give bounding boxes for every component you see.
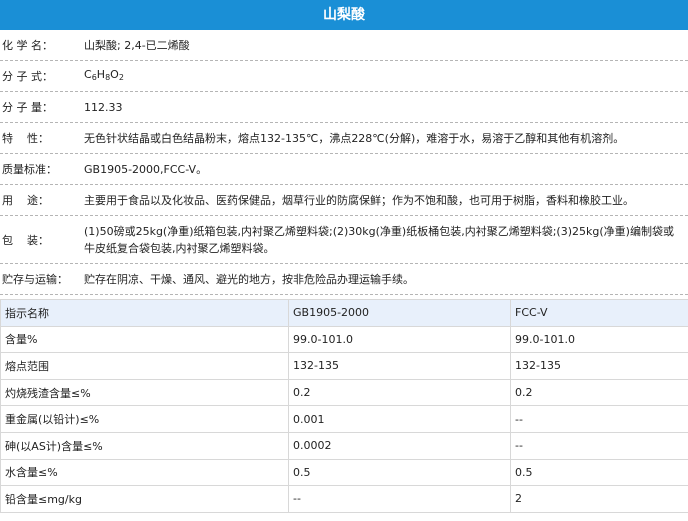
info-section: 化 学 名： 山梨酸; 2,4-已二烯酸 分 子 式： C6H8O2 分 子 量…	[0, 30, 688, 295]
info-value: 无色针状结晶或白色结晶粉末，熔点132-135℃，沸点228℃(分解)，难溶于水…	[84, 131, 625, 145]
table-cell: 2	[510, 485, 688, 513]
table-cell: 0.5	[288, 458, 511, 487]
info-row-molecular-weight: 分 子 量： 112.33	[0, 92, 688, 123]
table-cell: 水含量≤%	[0, 458, 289, 487]
table-cell: 99.0-101.0	[288, 325, 511, 354]
table-cell: 99.0-101.0	[510, 325, 688, 354]
table-row: 灼烧残渣含量≤% 0.2 0.2	[0, 378, 688, 407]
info-row-properties: 特 性： 无色针状结晶或白色结晶粉末，熔点132-135℃，沸点228℃(分解)…	[0, 123, 688, 154]
info-row-packaging: 包 装： (1)50磅或25kg(净重)纸箱包装,内衬聚乙烯塑料袋;(2)30k…	[0, 216, 688, 264]
info-value: 山梨酸; 2,4-已二烯酸	[84, 38, 190, 52]
info-value: 主要用于食品以及化妆品、医药保健品，烟草行业的防腐保鲜；作为不饱和酸，也可用于树…	[84, 193, 634, 207]
table-cell: --	[510, 405, 688, 433]
spec-table: 指示名称 GB1905-2000 FCC-V 含量% 99.0-101.0 99…	[0, 299, 688, 513]
table-cell: 132-135	[288, 352, 511, 380]
info-label: 包 装：	[2, 233, 49, 247]
table-row: 重金属(以铅计)≤% 0.001 --	[0, 405, 688, 433]
table-header-row: 指示名称 GB1905-2000 FCC-V	[0, 299, 688, 327]
table-cell: 0.001	[288, 405, 511, 433]
formula-element: C	[84, 68, 92, 81]
table-cell: 0.2	[288, 378, 511, 407]
table-row: 熔点范围 132-135 132-135	[0, 352, 688, 380]
info-row-chemical-name: 化 学 名： 山梨酸; 2,4-已二烯酸	[0, 30, 688, 61]
formula-subscript: 2	[118, 73, 124, 82]
info-row-quality-standard: 质量标准： GB1905-2000,FCC-V。	[0, 154, 688, 185]
table-row: 水含量≤% 0.5 0.5	[0, 458, 688, 487]
table-cell: 含量%	[0, 325, 289, 354]
info-label: 化 学 名：	[2, 39, 53, 52]
info-row-usage: 用 途： 主要用于食品以及化妆品、医药保健品，烟草行业的防腐保鲜；作为不饱和酸，…	[0, 185, 688, 216]
info-value: 112.33	[84, 100, 123, 114]
table-cell: 0.2	[510, 378, 688, 407]
table-cell: 砷(以AS计)含量≤%	[0, 431, 289, 460]
table-cell: 熔点范围	[0, 352, 289, 380]
table-cell: 0.0002	[288, 431, 511, 460]
page-title: 山梨酸	[0, 0, 688, 30]
info-label: 特 性：	[2, 132, 49, 145]
column-header: FCC-V	[510, 299, 688, 327]
info-label: 分 子 量：	[2, 101, 53, 114]
info-row-storage: 贮存与运输： 贮存在阴凉、干燥、通风、避光的地方，按非危险品办理运输手续。	[0, 264, 688, 295]
formula-element: O	[110, 68, 119, 81]
info-value: GB1905-2000,FCC-V。	[84, 162, 208, 176]
info-label: 质量标准：	[2, 163, 57, 176]
info-row-formula: 分 子 式： C6H8O2	[0, 61, 688, 92]
info-label: 用 途：	[2, 194, 49, 207]
table-cell: 132-135	[510, 352, 688, 380]
column-header: GB1905-2000	[288, 299, 511, 327]
table-row: 铅含量≤mg/kg -- 2	[0, 485, 688, 513]
table-cell: 灼烧残渣含量≤%	[0, 378, 289, 407]
table-cell: 重金属(以铅计)≤%	[0, 405, 289, 433]
info-label: 分 子 式：	[2, 70, 53, 83]
table-row: 含量% 99.0-101.0 99.0-101.0	[0, 325, 688, 354]
molecular-formula: C6H8O2	[84, 66, 688, 86]
info-value: 贮存在阴凉、干燥、通风、避光的地方，按非危险品办理运输手续。	[84, 272, 414, 286]
info-value: (1)50磅或25kg(净重)纸箱包装,内衬聚乙烯塑料袋;(2)30kg(净重)…	[84, 224, 674, 255]
table-cell: 铅含量≤mg/kg	[0, 485, 289, 513]
table-cell: 0.5	[510, 458, 688, 487]
table-cell: --	[288, 485, 511, 513]
table-row: 砷(以AS计)含量≤% 0.0002 --	[0, 431, 688, 460]
info-label: 贮存与运输：	[2, 273, 68, 286]
column-header: 指示名称	[0, 299, 289, 327]
table-cell: --	[510, 431, 688, 460]
formula-element: H	[96, 68, 106, 81]
